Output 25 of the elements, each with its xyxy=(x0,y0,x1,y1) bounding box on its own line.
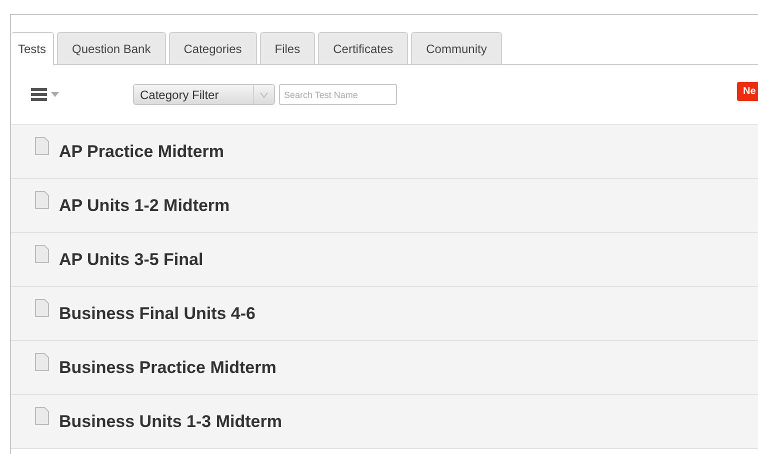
test-row[interactable]: AP Units 1-2 Midterm xyxy=(11,179,758,233)
tab[interactable]: Community xyxy=(411,32,502,64)
test-row[interactable]: AP Practice Midterm xyxy=(11,125,758,179)
test-row[interactable]: Business Units 1-3 Midterm xyxy=(11,395,758,449)
tab[interactable]: Categories xyxy=(168,32,257,64)
caret-icon xyxy=(51,92,59,97)
tab[interactable]: Certificates xyxy=(318,32,408,64)
test-row[interactable]: AP Units 3-5 Final xyxy=(11,233,758,287)
menu-icon xyxy=(31,88,47,101)
search-field[interactable]: Search Test Name xyxy=(279,84,397,105)
document-icon xyxy=(35,136,49,154)
test-row[interactable]: Business Practice Midterm xyxy=(11,341,758,395)
document-icon xyxy=(35,190,49,208)
document-icon xyxy=(35,406,49,424)
tab[interactable]: Files xyxy=(260,32,316,64)
test-row[interactable]: Business Final Units 4-6 xyxy=(11,287,758,341)
document-icon xyxy=(35,298,49,316)
chevron-icon xyxy=(260,92,268,98)
new-button[interactable]: Ne xyxy=(737,82,758,101)
tab[interactable]: Question Bank xyxy=(57,32,166,64)
category-filter-dropdown[interactable]: Category Filter xyxy=(133,84,275,105)
tab[interactable]: Tests xyxy=(11,32,54,65)
document-icon xyxy=(35,352,49,370)
menu-button[interactable] xyxy=(31,88,59,101)
document-icon xyxy=(35,244,49,262)
